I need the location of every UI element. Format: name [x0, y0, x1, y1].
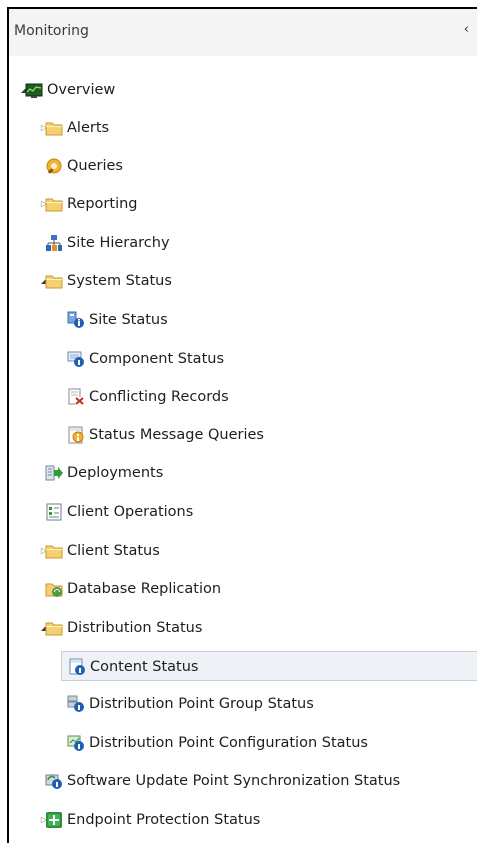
- queries-icon: [45, 157, 63, 175]
- tree-item-overview[interactable]: ◢ Overview: [9, 75, 477, 105]
- folder-icon: [45, 195, 63, 213]
- collapse-pane-icon[interactable]: ‹: [464, 22, 469, 37]
- tree-item-system-status[interactable]: ◢ System Status: [9, 266, 477, 296]
- tree-item-label: Content Status: [90, 659, 199, 675]
- tree-item-label: Distribution Point Group Status: [89, 696, 314, 712]
- tree-item-label: Queries: [67, 158, 123, 174]
- tree-item-database-replication[interactable]: Database Replication: [9, 574, 477, 604]
- tree-item-distribution-status[interactable]: ◢ Distribution Status: [9, 613, 477, 643]
- folder-icon: [45, 119, 63, 137]
- tree-item-software-update-point-synchronization-status[interactable]: Software Update Point Synchronization St…: [9, 766, 477, 796]
- tree-item-label: Software Update Point Synchronization St…: [67, 773, 401, 789]
- database-replication-icon: [45, 580, 63, 598]
- tree-item-label: Site Hierarchy: [67, 235, 170, 251]
- tree-item-reporting[interactable]: ▷ Reporting: [9, 189, 477, 219]
- dp-group-status-icon: [67, 695, 85, 713]
- tree-item-status-message-queries[interactable]: Status Message Queries: [9, 420, 477, 450]
- tree-item-content-status[interactable]: Content Status: [61, 651, 477, 681]
- tree-item-component-status[interactable]: Component Status: [9, 344, 477, 374]
- tree-item-label: Distribution Status: [67, 620, 203, 636]
- tree-item-label: Conflicting Records: [89, 389, 229, 405]
- dp-configuration-status-icon: [67, 734, 85, 752]
- tree-item-label: Deployments: [67, 465, 164, 481]
- tree-item-site-hierarchy[interactable]: Site Hierarchy: [9, 228, 477, 258]
- pane-header: Monitoring ‹: [9, 9, 477, 56]
- tree-item-label: Site Status: [89, 312, 168, 328]
- tree-item-label: Distribution Point Configuration Status: [89, 735, 368, 751]
- overview-icon: [25, 81, 43, 99]
- tree-item-label: Component Status: [89, 351, 224, 367]
- tree-item-label: Client Status: [67, 543, 160, 559]
- tree-item-client-status[interactable]: ▷ Client Status: [9, 536, 477, 566]
- component-status-icon: [67, 350, 85, 368]
- site-hierarchy-icon: [45, 234, 63, 252]
- tree-item-conflicting-records[interactable]: Conflicting Records: [9, 382, 477, 412]
- conflicting-records-icon: [67, 388, 85, 406]
- endpoint-protection-icon: [45, 811, 63, 829]
- tree-item-label: Database Replication: [67, 581, 222, 597]
- tree-item-label: Client Operations: [67, 504, 194, 520]
- tree-item-alerts[interactable]: ▷ Alerts: [9, 113, 477, 143]
- tree-item-client-operations[interactable]: Client Operations: [9, 497, 477, 527]
- tree-item-deployments[interactable]: Deployments: [9, 458, 477, 488]
- folder-icon: [45, 272, 63, 290]
- tree-item-label: Reporting: [67, 196, 138, 212]
- tree-item-label: Alerts: [67, 120, 110, 136]
- tree-item-endpoint-protection-status[interactable]: ▷ Endpoint Protection Status: [9, 805, 477, 835]
- folder-icon: [45, 542, 63, 560]
- tree-item-site-status[interactable]: Site Status: [9, 305, 477, 335]
- deployments-icon: [45, 464, 63, 482]
- tree-item-distribution-point-group-status[interactable]: Distribution Point Group Status: [9, 689, 477, 719]
- navigation-pane: Monitoring ‹ ◢ Overview ▷ Alerts Queries ▷ Rep…: [7, 7, 477, 843]
- tree-item-queries[interactable]: Queries: [9, 151, 477, 181]
- status-message-queries-icon: [67, 426, 85, 444]
- tree-item-label: Overview: [47, 82, 116, 98]
- tree-item-label: System Status: [67, 273, 172, 289]
- site-status-icon: [67, 311, 85, 329]
- client-operations-icon: [45, 503, 63, 521]
- tree-item-label: Endpoint Protection Status: [67, 812, 261, 828]
- pane-title: Monitoring: [14, 23, 89, 39]
- folder-icon: [45, 619, 63, 637]
- content-status-icon: [68, 658, 86, 676]
- tree-item-label: Status Message Queries: [89, 427, 264, 443]
- sup-sync-status-icon: [45, 772, 63, 790]
- tree-item-distribution-point-configuration-status[interactable]: Distribution Point Configuration Status: [9, 728, 477, 758]
